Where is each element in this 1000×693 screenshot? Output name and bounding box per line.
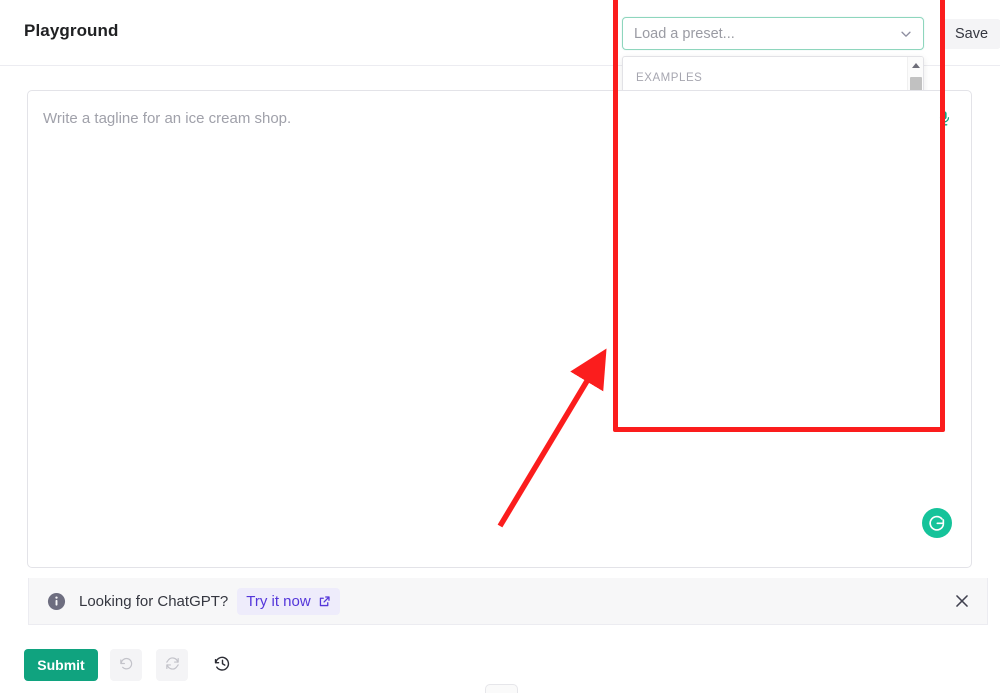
refresh-icon: [164, 655, 181, 675]
undo-icon: [118, 655, 135, 675]
page-title: Playground: [24, 21, 119, 40]
undo-button[interactable]: [110, 649, 142, 681]
preset-combobox[interactable]: Load a preset...: [622, 17, 924, 50]
banner-close-icon[interactable]: [953, 592, 971, 610]
bottom-panel-handle[interactable]: [485, 684, 518, 693]
submit-button[interactable]: Submit: [24, 649, 98, 681]
save-button[interactable]: Save: [942, 19, 1000, 49]
chevron-down-icon: [899, 27, 913, 41]
try-chatgpt-link[interactable]: Try it now: [237, 587, 340, 615]
external-link-icon: [318, 595, 331, 608]
playground-app: Playground Load a preset... Save EXAMPLE…: [0, 0, 1000, 693]
chevron-down-icon: [496, 688, 507, 693]
history-icon: [213, 654, 232, 676]
history-button[interactable]: [206, 649, 238, 681]
grammarly-logo-icon[interactable]: [922, 508, 952, 538]
prompt-placeholder: Write a tagline for an ice cream shop.: [43, 110, 292, 127]
microphone-icon[interactable]: [936, 108, 953, 129]
info-icon: [47, 592, 66, 611]
scrollbar-up-button[interactable]: [908, 57, 923, 73]
prompt-textarea[interactable]: Write a tagline for an ice cream shop.: [27, 90, 972, 568]
chatgpt-promo-banner: Looking for ChatGPT? Try it now: [28, 578, 988, 625]
preset-placeholder: Load a preset...: [634, 25, 735, 42]
try-chatgpt-label: Try it now: [246, 592, 311, 610]
banner-message: Looking for ChatGPT?: [79, 592, 229, 610]
regenerate-button[interactable]: [156, 649, 188, 681]
preset-combobox-field[interactable]: Load a preset...: [622, 17, 924, 50]
preset-group-label: EXAMPLES: [636, 72, 703, 84]
